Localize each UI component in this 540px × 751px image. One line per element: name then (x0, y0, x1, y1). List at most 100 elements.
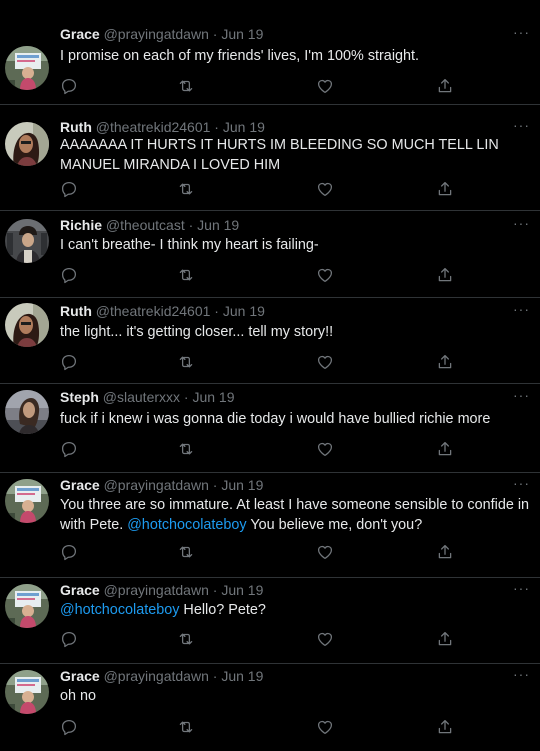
more-options-icon[interactable]: ··· (513, 118, 530, 132)
reply-button[interactable] (60, 77, 80, 97)
avatar[interactable] (5, 303, 49, 347)
separator: · (183, 389, 189, 405)
timestamp[interactable]: Jun 19 (221, 477, 263, 493)
username[interactable]: @prayingatdawn (104, 477, 209, 493)
share-button[interactable] (436, 718, 456, 738)
retweet-button[interactable] (177, 353, 197, 373)
display-name[interactable]: Grace (60, 26, 100, 42)
retweet-button[interactable] (177, 543, 197, 563)
timestamp[interactable]: Jun 19 (221, 26, 263, 42)
avatar[interactable] (5, 584, 49, 628)
tweet-text: the light... it's getting closer... tell… (60, 322, 530, 342)
timestamp[interactable]: Jun 19 (223, 119, 265, 135)
tweet[interactable]: Grace @prayingatdawn · Jun 19 ··· You thre… (0, 473, 540, 578)
username[interactable]: @prayingatdawn (104, 582, 209, 598)
share-button[interactable] (436, 180, 456, 200)
like-icon (316, 268, 334, 288)
share-button[interactable] (436, 353, 456, 373)
mention-link[interactable]: @hotchocolateboy (60, 602, 179, 618)
reply-button[interactable] (60, 180, 80, 200)
reply-button[interactable] (60, 630, 80, 650)
like-button[interactable] (316, 630, 336, 650)
more-options-icon[interactable]: ··· (513, 476, 530, 490)
display-name[interactable]: Richie (60, 217, 102, 233)
like-icon (316, 632, 334, 652)
avatar[interactable] (5, 390, 49, 434)
tweet-text-segment: the light... it's getting closer... tell… (60, 324, 334, 340)
mention-link[interactable]: @hotchocolateboy (127, 517, 246, 533)
retweet-button[interactable] (177, 77, 197, 97)
share-icon (436, 267, 454, 288)
like-button[interactable] (316, 77, 336, 97)
username[interactable]: @slauterxxx (103, 389, 180, 405)
tweet[interactable]: Grace @prayingatdawn · Jun 19 ··· @hotchoc… (0, 578, 540, 664)
tweet[interactable]: Ruth @theatrekid24601 · Jun 19 ··· AAAAAAA… (0, 105, 540, 211)
timestamp[interactable]: Jun 19 (223, 303, 265, 319)
avatar[interactable] (5, 219, 49, 263)
reply-icon (60, 267, 78, 288)
retweet-button[interactable] (177, 180, 197, 200)
display-name[interactable]: Ruth (60, 303, 92, 319)
share-icon (436, 544, 454, 565)
reply-button[interactable] (60, 440, 80, 460)
tweet-text: I can't breathe- I think my heart is fai… (60, 235, 530, 255)
username[interactable]: @theoutcast (106, 217, 185, 233)
reply-button[interactable] (60, 543, 80, 563)
tweet-actions (60, 543, 460, 563)
avatar[interactable] (5, 670, 49, 714)
tweet[interactable]: Grace @prayingatdawn · Jun 19 ··· I promis… (0, 0, 540, 105)
more-options-icon[interactable]: ··· (513, 216, 530, 230)
username[interactable]: @prayingatdawn (104, 668, 209, 684)
reply-button[interactable] (60, 718, 80, 738)
retweet-button[interactable] (177, 630, 197, 650)
tweet[interactable]: Grace @prayingatdawn · Jun 19 ··· oh no (0, 664, 540, 751)
reply-button[interactable] (60, 266, 80, 286)
display-name[interactable]: Steph (60, 389, 99, 405)
tweet-header: Grace @prayingatdawn · Jun 19 (60, 476, 263, 494)
retweet-button[interactable] (177, 266, 197, 286)
more-options-icon[interactable]: ··· (513, 388, 530, 402)
retweet-button[interactable] (177, 440, 197, 460)
like-button[interactable] (316, 440, 336, 460)
share-button[interactable] (436, 266, 456, 286)
reply-button[interactable] (60, 353, 80, 373)
tweet-text-segment: You believe me, don't you? (246, 517, 423, 533)
share-button[interactable] (436, 543, 456, 563)
avatar[interactable] (5, 479, 49, 523)
more-options-icon[interactable]: ··· (513, 25, 530, 39)
like-icon (316, 442, 334, 462)
timestamp[interactable]: Jun 19 (192, 389, 234, 405)
tweet-text-segment: oh no (60, 688, 97, 704)
tweet-actions (60, 180, 460, 200)
display-name[interactable]: Ruth (60, 119, 92, 135)
like-button[interactable] (316, 266, 336, 286)
avatar[interactable] (5, 122, 49, 166)
username[interactable]: @theatrekid24601 (96, 119, 211, 135)
separator: · (212, 477, 218, 493)
more-options-icon[interactable]: ··· (513, 302, 530, 316)
share-button[interactable] (436, 630, 456, 650)
retweet-button[interactable] (177, 718, 197, 738)
tweet[interactable]: Steph @slauterxxx · Jun 19 ··· fuck if i k… (0, 384, 540, 473)
tweet-text: You three are so immature. At least I ha… (60, 495, 530, 535)
share-button[interactable] (436, 440, 456, 460)
more-options-icon[interactable]: ··· (513, 667, 530, 681)
timestamp[interactable]: Jun 19 (221, 668, 263, 684)
username[interactable]: @prayingatdawn (104, 26, 209, 42)
like-button[interactable] (316, 543, 336, 563)
display-name[interactable]: Grace (60, 477, 100, 493)
like-button[interactable] (316, 180, 336, 200)
timestamp[interactable]: Jun 19 (197, 217, 239, 233)
username[interactable]: @theatrekid24601 (96, 303, 211, 319)
avatar[interactable] (5, 46, 49, 90)
tweet[interactable]: Ruth @theatrekid24601 · Jun 19 ··· the lig… (0, 298, 540, 384)
like-button[interactable] (316, 718, 336, 738)
like-icon (316, 182, 334, 202)
share-button[interactable] (436, 77, 456, 97)
tweet[interactable]: Richie @theoutcast · Jun 19 ··· I can't br… (0, 211, 540, 298)
more-options-icon[interactable]: ··· (513, 581, 530, 595)
display-name[interactable]: Grace (60, 582, 100, 598)
timestamp[interactable]: Jun 19 (221, 582, 263, 598)
like-button[interactable] (316, 353, 336, 373)
display-name[interactable]: Grace (60, 668, 100, 684)
